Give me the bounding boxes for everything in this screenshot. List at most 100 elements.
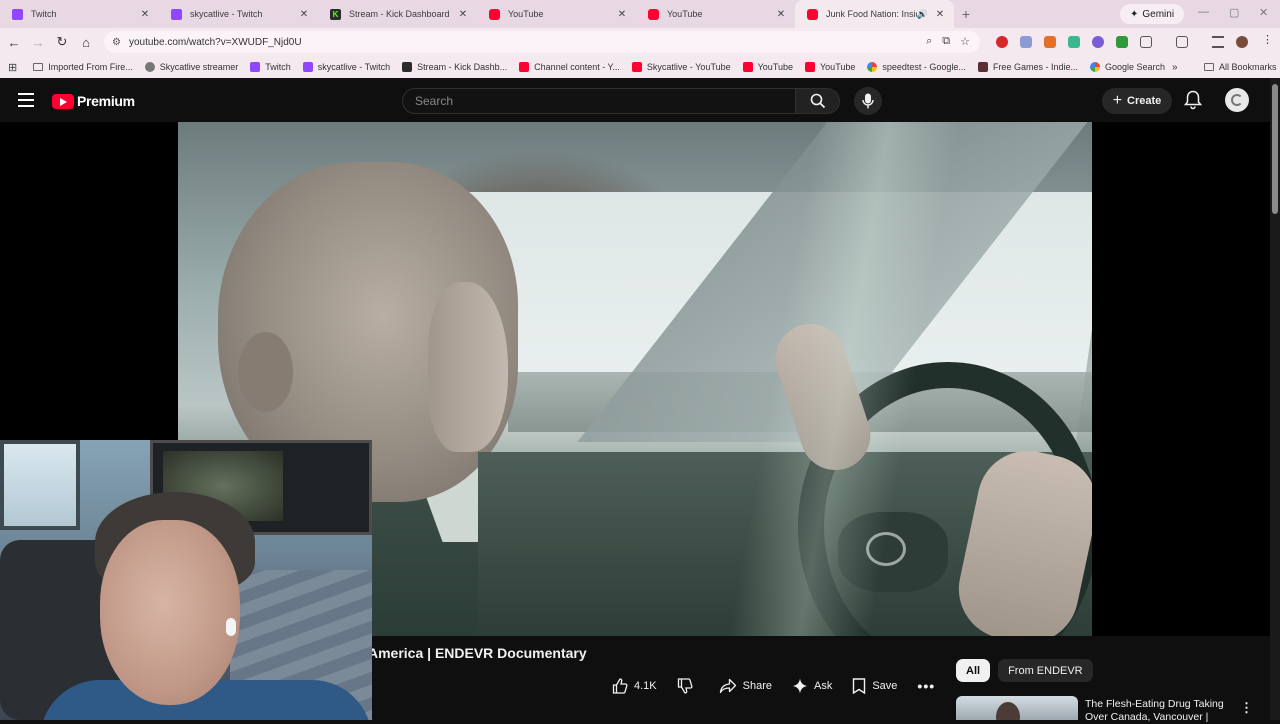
save-button[interactable]: Save [844,673,905,699]
bookmark-item[interactable]: Google Search [1089,62,1166,72]
bookmark-label: Google Search [1104,62,1166,72]
site-info-icon[interactable]: ⚙ [112,37,121,48]
bookmark-save-icon [853,678,866,694]
voice-search-button[interactable] [854,87,882,115]
like-button[interactable]: 4.1K [604,673,665,699]
gemini-button[interactable]: ✦ Gemini [1120,4,1185,24]
google-icon [867,62,878,72]
extension-icon[interactable] [1044,36,1056,48]
bookmark-item[interactable]: Skycatlive streamer [144,62,238,72]
close-tab-icon[interactable]: ✕ [775,9,787,20]
menu-hamburger-icon[interactable] [18,93,34,107]
bookmark-item[interactable]: Free Games - Indie... [977,62,1078,72]
back-arrow-icon[interactable]: ← [2,35,26,50]
extension-icon[interactable] [1020,36,1032,48]
forward-arrow-icon[interactable]: → [26,35,50,50]
search-input[interactable]: Search [402,88,796,114]
address-bar[interactable]: ⚙ youtube.com/watch?v=XWUDF_Njd0U ⌕ ⧉ ☆ [104,31,980,53]
folder-icon [1204,63,1214,71]
more-vertical-icon[interactable]: ⋮ [1240,700,1253,716]
youtube-icon [648,8,659,20]
home-icon[interactable]: ⌂ [74,35,98,50]
tab-title: YouTube [508,9,544,19]
browser-tab[interactable]: skycatlive - Twitch ✕ [159,0,318,28]
search-button[interactable] [796,88,840,114]
reload-icon[interactable]: ↻ [50,34,74,50]
new-tab-button[interactable]: + [954,6,978,22]
bookmark-label: speedtest - Google... [882,62,966,72]
kick-icon: K [330,8,341,20]
scrollbar-thumb[interactable] [1272,84,1278,214]
zoom-icon[interactable]: ⌕ [926,35,932,48]
close-window-icon[interactable]: ✕ [1259,6,1268,19]
download-icon[interactable] [1116,36,1128,48]
notifications-bell-icon[interactable] [1183,90,1203,115]
bookmark-item[interactable]: Channel content - Y... [519,62,620,72]
youtube-premium-logo[interactable]: Premium [52,93,135,109]
chip-all[interactable]: All [956,659,991,682]
youtube-icon [742,62,753,72]
profile-avatar[interactable] [1236,36,1248,48]
page-scrollbar[interactable] [1270,78,1280,720]
browser-tab[interactable]: K Stream - Kick Dashboard ✕ [318,0,477,28]
recommended-video-thumbnail[interactable] [956,696,1078,720]
tab-title: skycatlive - Twitch [190,9,263,19]
maximize-window-icon[interactable]: ▢ [1229,6,1239,19]
minimize-window-icon[interactable]: — [1198,6,1209,18]
youtube-play-logo-icon [52,93,74,109]
recommended-video-item[interactable]: The Flesh-Eating Drug Taking Over Canada… [956,696,1270,723]
ask-button[interactable]: Ask [784,673,840,699]
audio-playing-icon[interactable]: 🔊 [917,9,928,20]
browser-tab[interactable]: YouTube ✕ [477,0,636,28]
bookmark-item[interactable]: Stream - Kick Dashb... [402,62,507,72]
account-avatar[interactable] [1225,88,1249,112]
browser-tab[interactable]: YouTube ✕ [636,0,795,28]
bookmark-item[interactable]: speedtest - Google... [867,62,966,72]
bookmark-item[interactable]: Imported From Fire... [33,62,133,72]
tab-title: Twitch [31,9,57,19]
video-scene-face [428,282,508,452]
bookmark-item[interactable]: YouTube [742,62,793,72]
recommendation-filter-chips: All From ENDEVR [956,659,1093,682]
share-button[interactable]: Share [711,673,780,699]
apps-grid-icon[interactable]: ⊞ [8,61,17,74]
sparkle-icon [793,678,807,694]
webcam-scene-window [0,440,80,530]
side-panel-icon[interactable] [1176,36,1188,48]
more-bookmarks-chevron-icon[interactable]: » [1172,62,1178,73]
bookmark-star-icon[interactable]: ☆ [960,35,970,48]
close-tab-icon[interactable]: ✕ [616,9,628,20]
close-tab-icon[interactable]: ✕ [139,9,151,20]
create-button[interactable]: + Create [1102,88,1172,114]
more-horizontal-icon: ••• [917,678,936,694]
media-control-icon[interactable] [1212,36,1224,48]
browser-tab[interactable]: Twitch ✕ [0,0,159,28]
dislike-button[interactable] [669,673,707,699]
youtube-icon [519,62,530,72]
google-icon [1089,62,1100,72]
all-bookmarks-button[interactable]: All Bookmarks [1204,62,1277,72]
close-tab-icon[interactable]: ✕ [934,9,946,20]
browser-tab-active[interactable]: Junk Food Nation: Inside T 🔊 ✕ [795,0,954,28]
video-title: America | ENDEVR Documentary [368,645,587,661]
plus-icon: + [1112,92,1123,109]
extensions-puzzle-icon[interactable] [1140,36,1152,48]
bookmark-item[interactable]: skycatlive - Twitch [302,62,390,72]
bookmarks-bar: ⊞ Imported From Fire... Skycatlive strea… [0,56,1280,78]
more-actions-button[interactable]: ••• [909,673,943,699]
microphone-icon [862,93,874,109]
recommended-video-title[interactable]: The Flesh-Eating Drug Taking Over Canada… [1085,698,1235,724]
extension-icon[interactable] [1068,36,1080,48]
bookmark-item[interactable]: Skycatlive - YouTube [631,62,731,72]
chip-from-channel[interactable]: From ENDEVR [998,659,1093,682]
webcam-overlay [0,440,372,720]
extension-icon[interactable] [996,36,1008,48]
close-tab-icon[interactable]: ✕ [457,9,469,20]
bookmark-item[interactable]: YouTube [805,62,855,72]
extension-icon[interactable] [1092,36,1104,48]
browser-menu-icon[interactable]: ⋮ [1262,33,1274,46]
install-app-icon[interactable]: ⧉ [942,35,950,48]
bookmark-item[interactable]: Twitch [250,62,291,72]
close-tab-icon[interactable]: ✕ [298,9,310,20]
tab-title: Junk Food Nation: Inside T [826,9,917,19]
